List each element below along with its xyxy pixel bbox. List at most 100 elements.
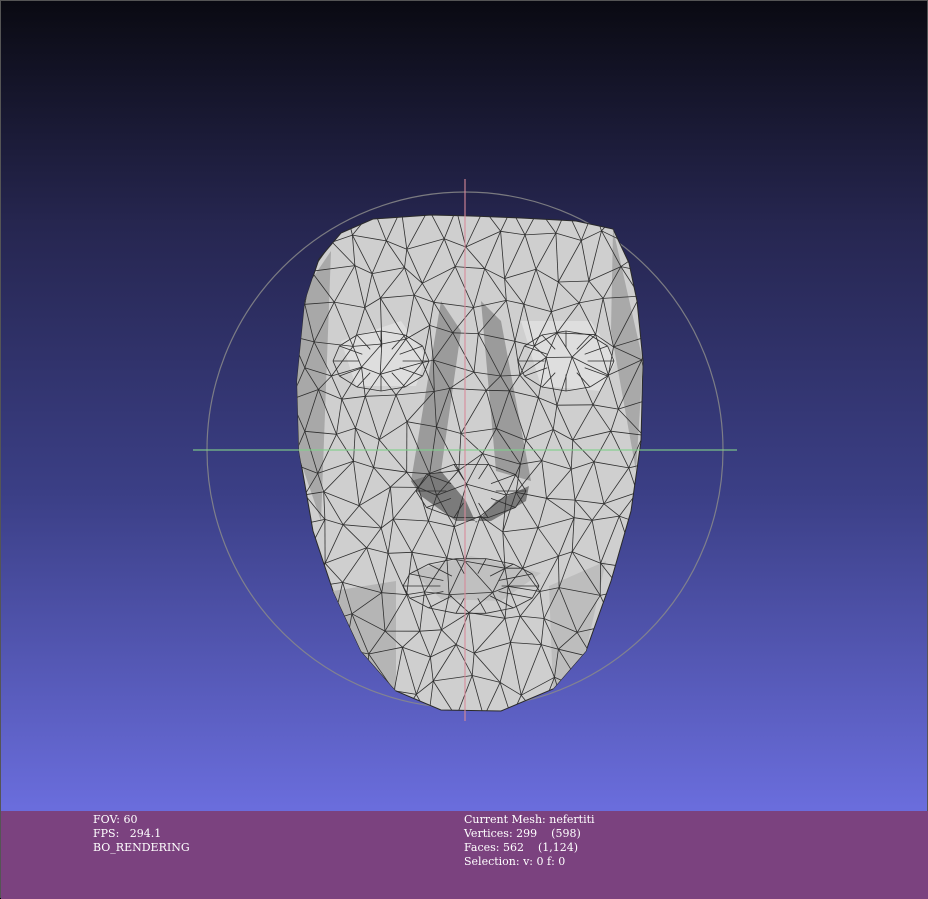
mesh-edge [602,209,622,231]
selection-value: v: 0 f: 0 [523,855,565,868]
mesh-edge [614,624,631,662]
mesh-edge [305,619,335,622]
mesh-edge [640,296,663,304]
mesh-info: Current Mesh: nefertiti Vertices: 299 (5… [464,813,595,869]
mesh-edge [598,680,628,682]
mesh-edge [314,563,325,586]
mesh-edge [319,209,333,242]
mesh-edge [305,685,319,717]
mesh-edge [584,657,593,690]
faces-extra: (1,124) [538,841,578,854]
mesh-edge [649,558,663,590]
mesh-edge [636,590,649,612]
mesh-edge [318,619,335,646]
mesh-edge [318,646,326,674]
mesh-edge [584,690,594,717]
mesh-edge [401,694,416,717]
mesh-edge [649,209,663,241]
render-info: FOV: 60 FPS: 294.1 BO_RENDERING [93,813,190,855]
mesh-label: Current Mesh: [464,813,546,826]
fps-label: FPS: [93,827,119,840]
info-overlay: FOV: 60 FPS: 294.1 BO_RENDERING Current … [1,811,928,899]
mesh-edge [649,400,663,432]
mesh-edge [593,624,614,657]
mesh-edge [305,558,314,586]
mesh-edge [334,619,345,649]
mesh-edge [643,435,649,463]
mesh-edge [640,273,649,297]
mesh-edge [593,657,631,662]
mesh-edge [637,569,649,590]
mesh-edge [291,241,305,273]
mesh-edge [291,587,314,590]
mesh-edge [305,674,326,685]
mesh-edge [637,558,663,568]
mesh-edge [649,654,663,686]
fov-label: FOV: [93,813,120,826]
mesh-edge [622,591,636,612]
current-mesh-row: Current Mesh: nefertiti [464,813,595,827]
vertices-row: Vertices: 299 (598) [464,827,595,841]
mesh-edge [598,662,630,680]
mesh-edge [649,527,663,559]
mesh-edge [628,681,649,717]
mesh-edge [291,495,305,527]
mesh-edge [637,463,649,492]
fps-value: 294.1 [130,827,162,840]
mesh-edge [555,677,584,690]
mesh-edge [622,569,637,591]
mesh-edge [649,590,663,622]
mesh-edge [637,492,649,526]
mesh-edge [346,649,367,696]
mesh-edge [649,431,663,463]
mesh-edge [305,209,319,241]
mesh-edge [291,685,305,717]
3d-viewport[interactable]: FOV: 60 FPS: 294.1 BO_RENDERING Current … [0,0,928,898]
mesh-edge [642,360,663,368]
mesh-edge [600,595,614,624]
mesh-edge [291,273,305,305]
mesh-edge [593,657,599,679]
mesh-edge [614,591,622,625]
vertices-value: 299 [516,827,537,840]
selection-label: Selection: [464,855,520,868]
mesh-edge [346,696,366,717]
mesh-edge [644,209,649,251]
faces-label: Faces: [464,841,499,854]
mesh-edge [291,527,305,559]
mesh-edge [486,390,509,391]
mesh-name: nefertiti [549,813,594,826]
vertices-label: Vertices: [464,827,513,840]
mesh-edge [628,681,663,685]
mesh-edge [305,622,318,646]
mesh-edge [614,612,636,625]
mesh-edge [291,590,305,622]
mesh-edge [649,463,663,495]
mesh-edge [649,685,663,717]
mesh-edge [326,649,346,674]
mesh-edge [314,587,334,620]
chin-left-shade [333,581,396,691]
mesh-edge [366,654,368,696]
mesh-edge [594,680,598,717]
mesh-edge [555,677,567,717]
mesh-edge [394,691,401,717]
selection-row: Selection: v: 0 f: 0 [464,855,595,869]
mesh-edge [649,241,663,273]
mesh-edge [622,209,644,251]
mesh-edge [643,431,663,435]
mesh-edge [649,495,663,527]
faces-value: 562 [503,841,524,854]
mesh-edge [598,680,621,717]
fov-value: 60 [124,813,138,826]
mesh-edge [644,241,663,251]
mesh-edge [630,612,636,662]
mesh-edge [649,368,663,400]
mesh-edge [649,622,663,654]
mesh-edge [366,696,373,717]
mesh-edge [622,590,649,591]
mesh-edge [305,241,332,242]
fps-row: FPS: 294.1 [93,827,190,841]
mesh-edge [291,558,305,590]
mesh-scene[interactable] [1,1,928,899]
